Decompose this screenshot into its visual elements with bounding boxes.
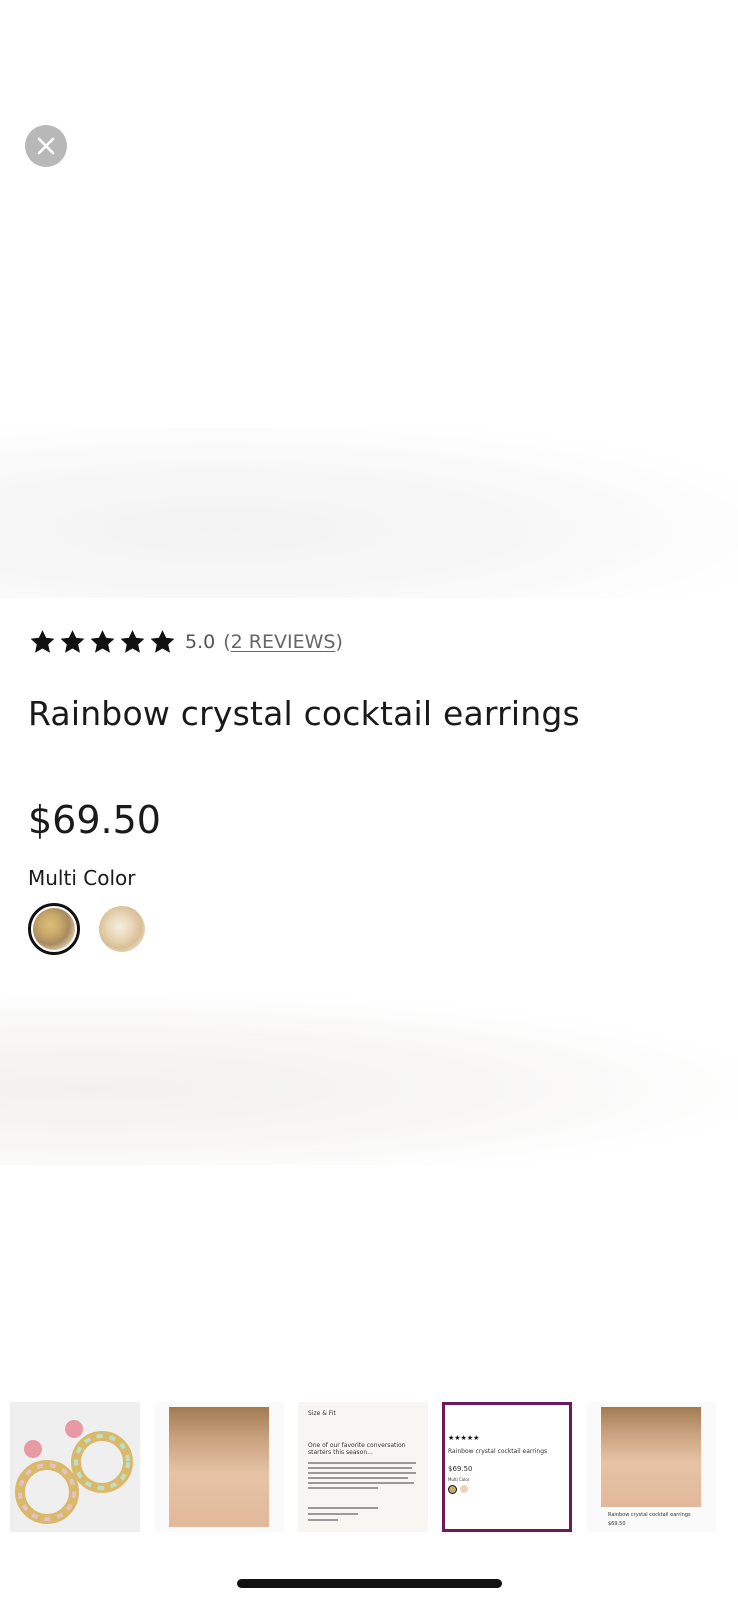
swatch-image <box>33 908 75 950</box>
product-title: Rainbow crystal cocktail earrings <box>28 694 580 733</box>
reviews-paren-close: ) <box>335 631 343 653</box>
text-line <box>308 1462 416 1464</box>
rating-row: 5.0 (2 REVIEWS) <box>28 628 343 656</box>
swatch-multi-color[interactable] <box>28 903 80 955</box>
text-line <box>308 1507 378 1509</box>
star-icon <box>120 630 145 653</box>
text-line <box>308 1472 416 1474</box>
close-icon <box>37 137 55 155</box>
earrings-image <box>15 1420 133 1524</box>
text-line <box>308 1477 408 1479</box>
thumbnail-earrings[interactable] <box>10 1402 140 1532</box>
thumb-title: Rainbow crystal cocktail earrings <box>448 1448 548 1455</box>
swatch-gold[interactable] <box>96 903 148 955</box>
thumb-swatch <box>448 1485 457 1494</box>
color-label: Multi Color <box>28 866 136 890</box>
star-rating <box>28 628 177 656</box>
thumb-tagline: One of our favorite conversation starter… <box>308 1442 406 1457</box>
reviews-paren-open: ( <box>223 631 231 653</box>
text-line <box>308 1519 338 1521</box>
model-image <box>169 1407 269 1527</box>
rating-value: 5.0 <box>185 631 216 653</box>
image-placeholder <box>0 995 738 1165</box>
thumb-price: $69.50 <box>608 1521 626 1527</box>
thumb-color: Multi Color <box>448 1477 470 1482</box>
swatch-image <box>99 906 145 952</box>
star-icon <box>30 630 55 653</box>
star-icon <box>90 630 115 653</box>
reviews-link-text: 2 REVIEWS <box>230 631 336 653</box>
text-line <box>308 1513 358 1515</box>
thumb-heading: Size & Fit <box>308 1410 336 1417</box>
text-line <box>308 1487 378 1489</box>
model-image <box>601 1407 701 1507</box>
thumb-title: Rainbow crystal cocktail earrings <box>608 1512 691 1518</box>
product-price: $69.50 <box>28 798 161 842</box>
thumbnail-description[interactable]: Size & Fit One of our favorite conversat… <box>298 1402 428 1532</box>
thumbnail-model[interactable] <box>154 1402 284 1532</box>
thumb-price: $69.50 <box>448 1465 473 1473</box>
color-swatches <box>28 903 148 955</box>
thumb-swatch <box>460 1485 468 1493</box>
thumbnail-product-details[interactable]: ★★★★★ Rainbow crystal cocktail earrings … <box>442 1402 572 1532</box>
star-icon <box>60 630 85 653</box>
close-button[interactable] <box>25 125 67 167</box>
text-line <box>308 1482 414 1484</box>
star-icon <box>150 630 175 653</box>
thumbnail-strip: Size & Fit One of our favorite conversat… <box>10 1402 716 1532</box>
thumbnail-model-caption[interactable]: Rainbow crystal cocktail earrings $69.50 <box>586 1402 716 1532</box>
product-image-placeholder <box>0 428 738 598</box>
thumb-stars: ★★★★★ <box>448 1434 480 1442</box>
text-line <box>308 1467 412 1469</box>
reviews-link[interactable]: (2 REVIEWS) <box>223 631 343 653</box>
home-indicator[interactable] <box>237 1579 502 1588</box>
